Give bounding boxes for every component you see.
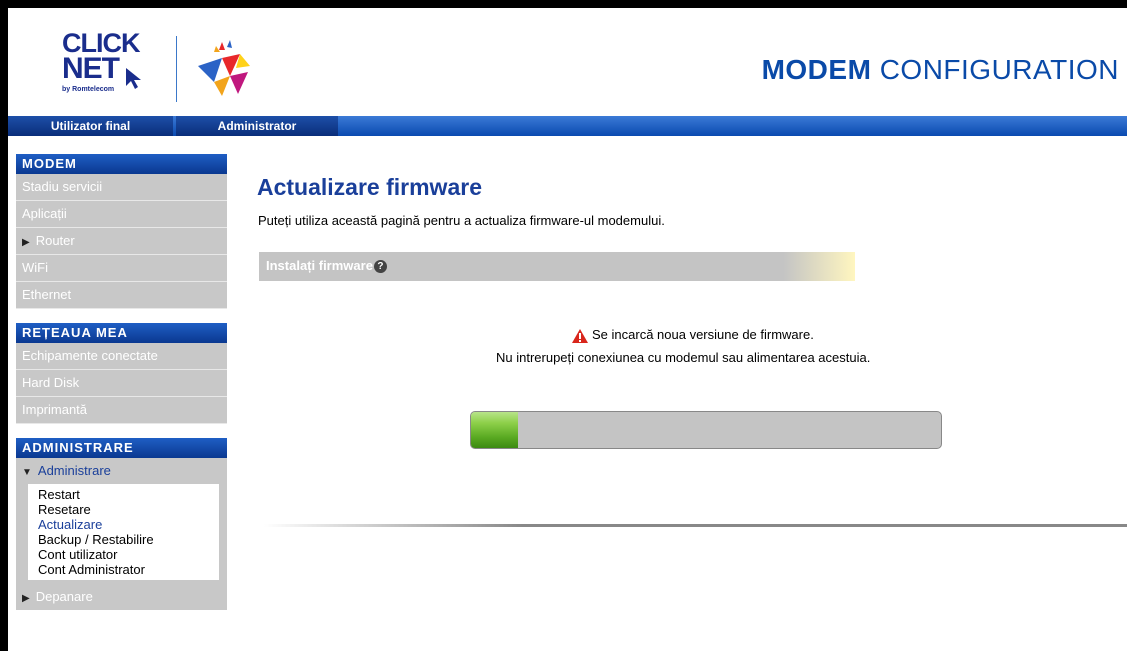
romtelecom-star-icon [198, 40, 250, 96]
submenu-item-actualizare[interactable]: Actualizare [38, 517, 219, 532]
header: CLICK NET by Romtelecom MODEM CONFIGURAT… [8, 8, 1127, 116]
section-modem-body: Stadiu servicii Aplicații ▶ Router WiFi E… [16, 174, 227, 309]
page-frame: CLICK NET by Romtelecom MODEM CONFIGURAT… [8, 8, 1127, 651]
install-firmware-section: Instalați firmware? [259, 252, 855, 281]
title-rest: CONFIGURATION [879, 54, 1119, 85]
sidebar-item-echipamente-conectate[interactable]: Echipamente conectate [16, 343, 227, 370]
title-bold: MODEM [761, 54, 872, 85]
collapse-arrow-icon: ▼ [22, 467, 32, 478]
page-title: Actualizare firmware [257, 174, 482, 200]
install-firmware-text: Instalați firmware [266, 258, 373, 273]
section-modem-header: MODEM [16, 154, 227, 174]
section-gap [16, 309, 227, 323]
submenu-item-restart[interactable]: Restart [38, 487, 219, 502]
tab-utilizator-final[interactable]: Utilizator final [8, 116, 173, 136]
clicknet-logo: CLICK NET by Romtelecom [60, 30, 160, 98]
page-header-title: MODEM CONFIGURATION [762, 54, 1119, 86]
warning-line1-text: Se incarcă noua versiune de firmware. [592, 327, 814, 342]
section-gap [16, 424, 227, 438]
sidebar-item-ethernet[interactable]: Ethernet [16, 282, 227, 309]
sidebar: MODEM Stadiu servicii Aplicații ▶ Router … [16, 154, 227, 610]
submenu-item-backup-restabilire[interactable]: Backup / Restabilire [38, 532, 219, 547]
expand-arrow-icon: ▶ [22, 237, 30, 248]
submenu-item-cont-utilizator[interactable]: Cont utilizator [38, 547, 219, 562]
content-divider [264, 524, 1127, 527]
section-reteaua-mea-header: REȚEAUA MEA [16, 323, 227, 343]
section-administrare-body: ▼ Administrare Restart Resetare Actualiza… [16, 458, 227, 610]
help-icon[interactable]: ? [373, 260, 387, 274]
submenu-item-resetare[interactable]: Resetare [38, 502, 219, 517]
section-administrare-header: ADMINISTRARE [16, 438, 227, 458]
sidebar-item-administrare[interactable]: ▼ Administrare [16, 458, 227, 484]
sidebar-item-router-label: Router [35, 233, 75, 248]
sidebar-item-router[interactable]: ▶ Router [16, 228, 227, 255]
page-description: Puteți utiliza această pagină pentru a a… [258, 213, 665, 228]
warning-line2-text: Nu intrerupeți conexiunea cu modemul sau… [496, 350, 871, 365]
sidebar-item-wifi[interactable]: WiFi [16, 255, 227, 282]
firmware-progress-bar [470, 411, 942, 449]
logo-line2: NET [62, 52, 120, 85]
tab-bar: Utilizator final Administrator [8, 116, 1127, 136]
warning-message: Se incarcă noua versiune de firmware. [571, 327, 814, 344]
expand-arrow-icon: ▶ [22, 593, 30, 604]
sidebar-item-hard-disk[interactable]: Hard Disk [16, 370, 227, 397]
logo-divider [176, 36, 177, 102]
administrare-submenu: Restart Resetare Actualizare Backup / Re… [28, 484, 219, 580]
submenu-item-cont-administrator[interactable]: Cont Administrator [38, 562, 219, 577]
cursor-arrow-icon [126, 68, 141, 89]
sidebar-item-depanare-label: Depanare [35, 589, 93, 604]
logo-line3: by Romtelecom [62, 86, 115, 93]
section-reteaua-mea-body: Echipamente conectate Hard Disk Impriman… [16, 343, 227, 424]
warning-icon [572, 328, 588, 343]
sidebar-item-administrare-label: Administrare [37, 463, 111, 478]
sidebar-item-aplicatii[interactable]: Aplicații [16, 201, 227, 228]
sidebar-item-depanare[interactable]: ▶ Depanare [16, 584, 227, 610]
sidebar-item-imprimanta[interactable]: Imprimantă [16, 397, 227, 424]
progress-fill [471, 412, 518, 448]
install-firmware-label: Instalați firmware? [266, 258, 387, 274]
sidebar-item-stadiu-servicii[interactable]: Stadiu servicii [16, 174, 227, 201]
tab-administrator[interactable]: Administrator [176, 116, 338, 136]
